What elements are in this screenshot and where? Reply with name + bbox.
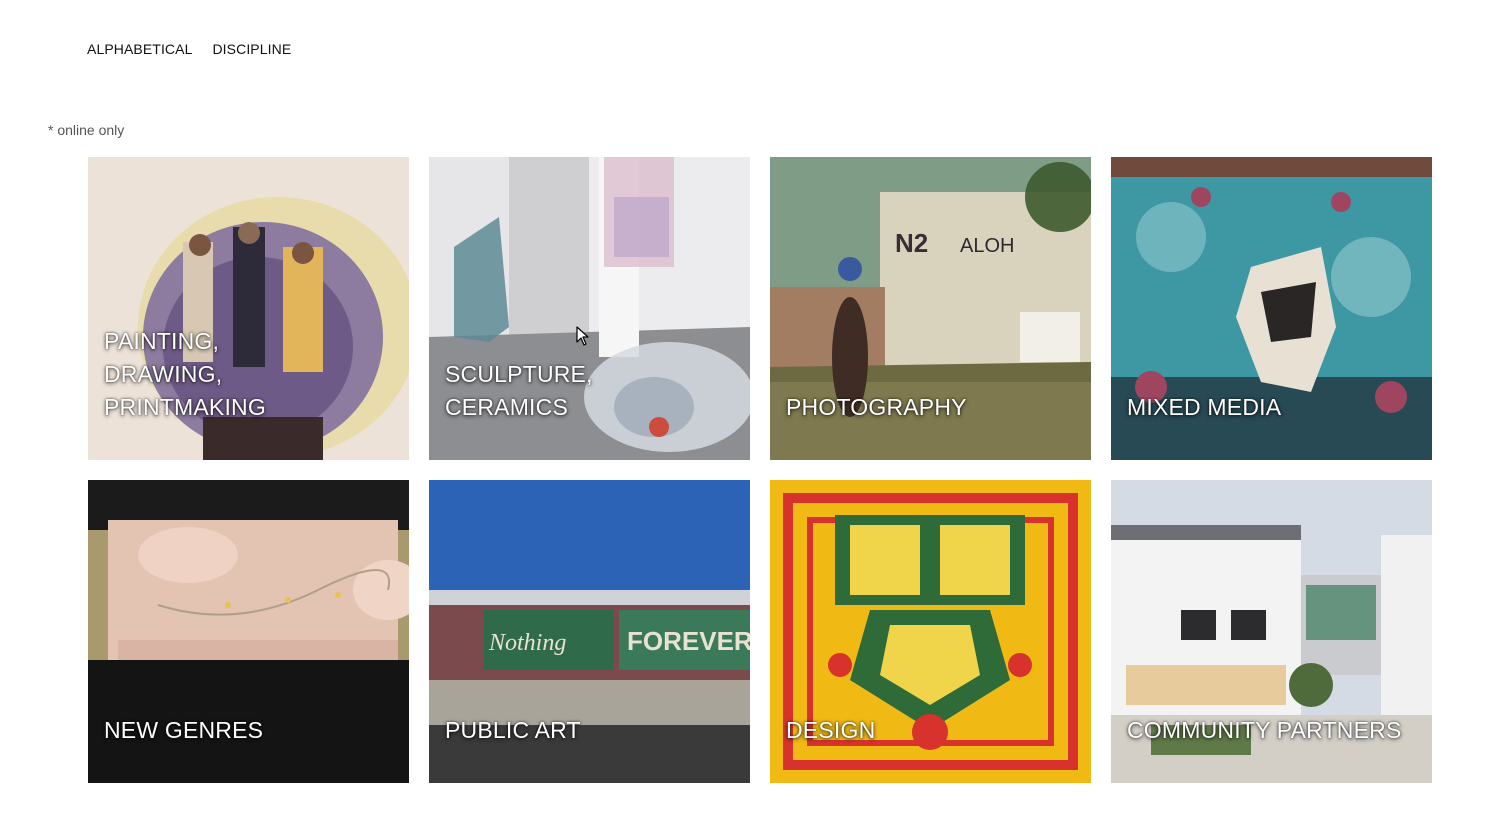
svg-text:N2: N2 (895, 228, 928, 258)
tile-label: DESIGN (786, 717, 876, 743)
svg-text:Nothing: Nothing (488, 630, 566, 656)
tile-new-genres[interactable]: NEW GENRES (88, 480, 409, 783)
tile-sculpture-ceramics[interactable]: SCULPTURE, CERAMICS (429, 157, 750, 460)
svg-text:ALOH: ALOH (960, 235, 1014, 257)
online-only-note: * online only (48, 122, 125, 138)
tile-photography[interactable]: N2 ALOH PHOTOGRAPHY (770, 157, 1091, 460)
tile-label: PHOTOGRAPHY (786, 394, 967, 420)
tile-design[interactable]: DESIGN (770, 480, 1091, 783)
tile-label: SCULPTURE, CERAMICS (445, 361, 593, 420)
tile-label: NEW GENRES (104, 717, 264, 743)
tile-label: MIXED MEDIA (1127, 394, 1282, 420)
tile-public-art[interactable]: Nothing FOREVER PUBLIC ART (429, 480, 750, 783)
svg-text:FOREVER: FOREVER (627, 626, 750, 656)
tile-label: PUBLIC ART (445, 717, 581, 743)
discipline-grid: PAINTING, DRAWING, PRINTMAKING SCULPTURE… (88, 157, 1432, 783)
tile-mixed-media[interactable]: MIXED MEDIA (1111, 157, 1432, 460)
tile-painting-drawing-printmaking[interactable]: PAINTING, DRAWING, PRINTMAKING (88, 157, 409, 460)
tile-label: PAINTING, DRAWING, PRINTMAKING (104, 328, 266, 420)
mouse-pointer-icon (576, 326, 589, 346)
tile-community-partners[interactable]: COMMUNITY PARTNERS (1111, 480, 1432, 783)
nav-alphabetical[interactable]: ALPHABETICAL (87, 41, 192, 57)
nav-discipline[interactable]: DISCIPLINE (212, 41, 291, 57)
tile-label: COMMUNITY PARTNERS (1127, 717, 1402, 743)
discipline-filter-nav: ALPHABETICAL DISCIPLINE (87, 41, 291, 57)
